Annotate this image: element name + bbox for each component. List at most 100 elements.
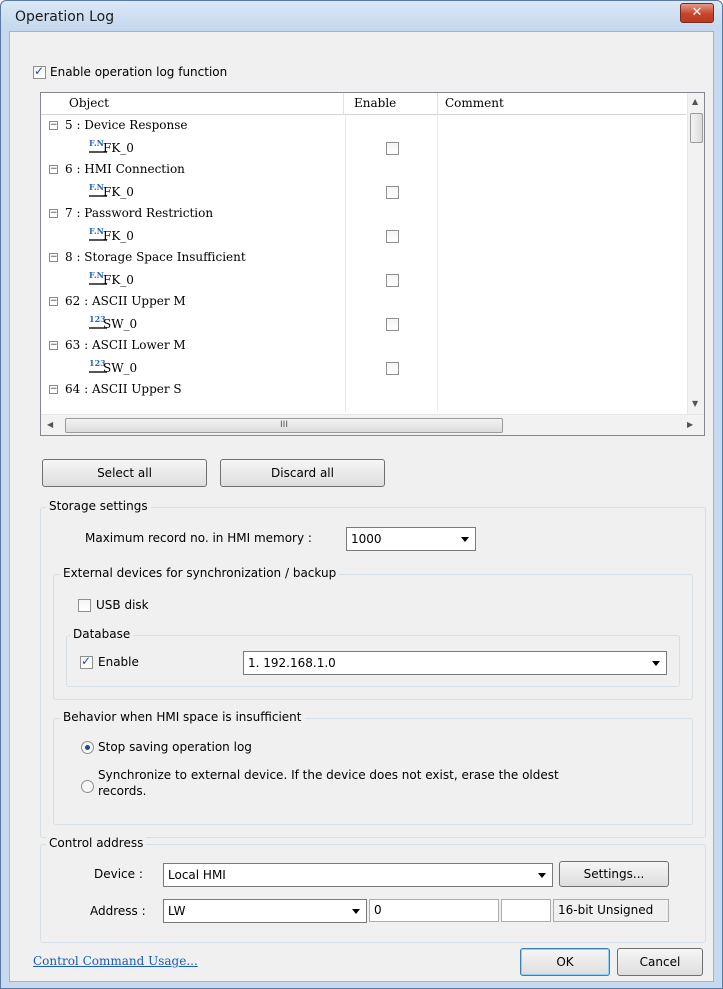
scroll-down-icon[interactable]: ▼ (692, 399, 698, 408)
device-select[interactable]: Local HMI (163, 863, 553, 887)
synchronize-radio[interactable] (81, 780, 94, 793)
group-label: 63 : ASCII Lower M (65, 338, 186, 352)
row-enable-checkbox[interactable] (386, 230, 399, 243)
row-enable-checkbox[interactable] (386, 274, 399, 287)
group-label: 8 : Storage Space Insufficient (65, 250, 246, 264)
tree-item-row[interactable]: F.N FK_0 (41, 225, 686, 247)
collapse-icon[interactable]: − (49, 341, 58, 350)
row-enable-checkbox[interactable] (386, 362, 399, 375)
collapse-icon[interactable]: − (49, 385, 58, 394)
device-value: Local HMI (168, 868, 226, 882)
device-label: Device : (94, 867, 143, 881)
external-devices-title: External devices for synchronization / b… (60, 566, 340, 580)
chevron-down-icon (352, 909, 360, 914)
behavior-title: Behavior when HMI space is insufficient (60, 710, 305, 724)
database-title: Database (70, 627, 134, 641)
group-label: 62 : ASCII Upper M (65, 294, 186, 308)
dialog-title: Operation Log (15, 9, 115, 25)
stop-saving-label: Stop saving operation log (98, 740, 252, 754)
grid-header: Object Enable Comment (41, 93, 686, 115)
control-command-usage-link[interactable]: Control Command Usage... (33, 954, 198, 968)
item-label: FK_0 (103, 141, 134, 155)
title-bar: Operation Log ✕ (1, 1, 722, 31)
address-index-field (501, 899, 551, 922)
tree-group-row[interactable]: − 64 : ASCII Upper S (41, 379, 686, 401)
usb-disk-checkbox[interactable] (78, 599, 91, 612)
vertical-scroll-thumb[interactable] (690, 113, 703, 143)
collapse-icon[interactable]: − (49, 121, 58, 130)
horizontal-scroll-thumb[interactable]: III (65, 418, 503, 433)
storage-settings-title: Storage settings (46, 499, 151, 513)
vertical-scrollbar[interactable]: ▲ ▼ (687, 93, 704, 414)
database-enable-checkbox[interactable] (80, 654, 93, 669)
settings-button[interactable]: Settings... (559, 861, 669, 887)
tree-item-row[interactable]: F.N FK_0 (41, 269, 686, 291)
address-type-select[interactable]: LW (163, 899, 367, 923)
synchronize-label-line2: records. (98, 784, 147, 798)
column-enable[interactable]: Enable (354, 96, 396, 110)
control-address-title: Control address (46, 836, 147, 850)
tree-item-row[interactable]: 123 SW_0 (41, 313, 686, 335)
address-type-value: LW (168, 904, 186, 918)
group-label: 5 : Device Response (65, 118, 188, 132)
database-server-select[interactable]: 1. 192.168.1.0 (243, 651, 667, 675)
database-server-value: 1. 192.168.1.0 (248, 656, 336, 670)
tree-group-row[interactable]: − 63 : ASCII Lower M (41, 335, 686, 357)
horizontal-scrollbar[interactable]: ◀ III ▶ (41, 414, 704, 435)
ok-button[interactable]: OK (520, 948, 610, 976)
column-comment[interactable]: Comment (445, 96, 504, 110)
tree-group-row[interactable]: − 5 : Device Response (41, 115, 686, 137)
max-record-value: 1000 (351, 532, 382, 546)
cancel-button[interactable]: Cancel (617, 948, 703, 976)
select-all-button[interactable]: Select all (42, 459, 207, 487)
tree-item-row[interactable]: F.N FK_0 (41, 137, 686, 159)
object-grid[interactable]: Object Enable Comment − 5 : Device Respo… (40, 92, 705, 436)
row-enable-checkbox[interactable] (386, 186, 399, 199)
tree-group-row[interactable]: − 7 : Password Restriction (41, 203, 686, 225)
dialog-body: Enable operation log function Object Ena… (9, 31, 714, 982)
column-object[interactable]: Object (69, 96, 109, 110)
max-record-label: Maximum record no. in HMI memory : (85, 531, 312, 545)
item-label: FK_0 (103, 273, 134, 287)
item-label: SW_0 (103, 361, 138, 375)
scroll-up-icon[interactable]: ▲ (692, 97, 698, 106)
synchronize-label-line1: Synchronize to external device. If the d… (98, 768, 559, 782)
row-enable-checkbox[interactable] (386, 142, 399, 155)
database-enable-label: Enable (98, 655, 139, 669)
collapse-icon[interactable]: − (49, 165, 58, 174)
scroll-right-icon[interactable]: ▶ (687, 420, 693, 429)
scroll-left-icon[interactable]: ◀ (47, 420, 53, 429)
chevron-down-icon (652, 661, 660, 666)
enable-log-label: Enable operation log function (50, 65, 228, 79)
stop-saving-radio[interactable] (81, 741, 94, 754)
chevron-down-icon (461, 537, 469, 542)
discard-all-button[interactable]: Discard all (220, 459, 385, 487)
group-label: 64 : ASCII Upper S (65, 382, 182, 396)
group-label: 6 : HMI Connection (65, 162, 185, 176)
max-record-select[interactable]: 1000 (346, 527, 476, 551)
item-label: FK_0 (103, 185, 134, 199)
row-enable-checkbox[interactable] (386, 318, 399, 331)
tree-group-row[interactable]: − 62 : ASCII Upper M (41, 291, 686, 313)
enable-log-checkbox[interactable] (33, 64, 46, 79)
column-divider[interactable] (437, 93, 438, 115)
item-label: SW_0 (103, 317, 138, 331)
tree-item-row[interactable]: F.N FK_0 (41, 181, 686, 203)
collapse-icon[interactable]: − (49, 253, 58, 262)
chevron-down-icon (538, 873, 546, 878)
collapse-icon[interactable]: − (49, 297, 58, 306)
group-label: 7 : Password Restriction (65, 206, 214, 220)
tree-item-row[interactable]: 123 SW_0 (41, 357, 686, 379)
item-label: FK_0 (103, 229, 134, 243)
close-button[interactable]: ✕ (680, 3, 714, 23)
address-value-input[interactable]: 0 (369, 899, 499, 922)
usb-disk-label: USB disk (96, 598, 149, 612)
tree-group-row[interactable]: − 6 : HMI Connection (41, 159, 686, 181)
operation-log-dialog: Operation Log ✕ Enable operation log fun… (0, 0, 723, 989)
collapse-icon[interactable]: − (49, 209, 58, 218)
control-address-group (40, 844, 706, 943)
column-divider[interactable] (343, 93, 344, 115)
data-format-field: 16-bit Unsigned (553, 899, 669, 922)
tree-group-row[interactable]: − 8 : Storage Space Insufficient (41, 247, 686, 269)
address-label: Address : (90, 904, 146, 918)
